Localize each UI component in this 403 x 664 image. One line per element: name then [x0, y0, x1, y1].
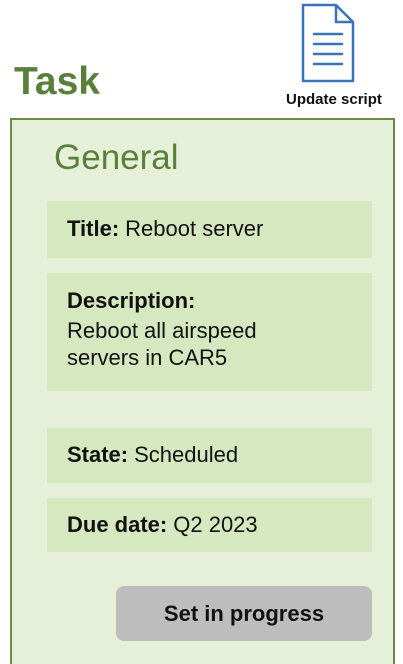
description-field: Description: Reboot all airspeed servers…: [47, 273, 372, 391]
due-date-value: Q2 2023: [173, 511, 258, 537]
update-script-label[interactable]: Update script: [286, 91, 382, 108]
title-value: Reboot server: [125, 216, 264, 242]
due-date-field: Due date: Q2 2023: [47, 498, 372, 552]
description-label: Description:: [67, 288, 196, 313]
state-value: Scheduled: [134, 442, 239, 468]
description-value: Reboot all airspeed servers in CAR5: [67, 317, 257, 371]
title-label: Title:: [67, 216, 120, 242]
task-heading: Task: [14, 60, 100, 103]
document-icon[interactable]: [301, 3, 355, 83]
general-section-title: General: [54, 138, 179, 177]
set-in-progress-button[interactable]: Set in progress: [116, 586, 372, 641]
state-field: State: Scheduled: [47, 428, 372, 483]
state-label: State:: [67, 442, 129, 468]
due-date-label: Due date:: [67, 511, 168, 537]
task-panel: General Title: Reboot server Description…: [10, 118, 395, 664]
title-field: Title: Reboot server: [47, 201, 372, 258]
